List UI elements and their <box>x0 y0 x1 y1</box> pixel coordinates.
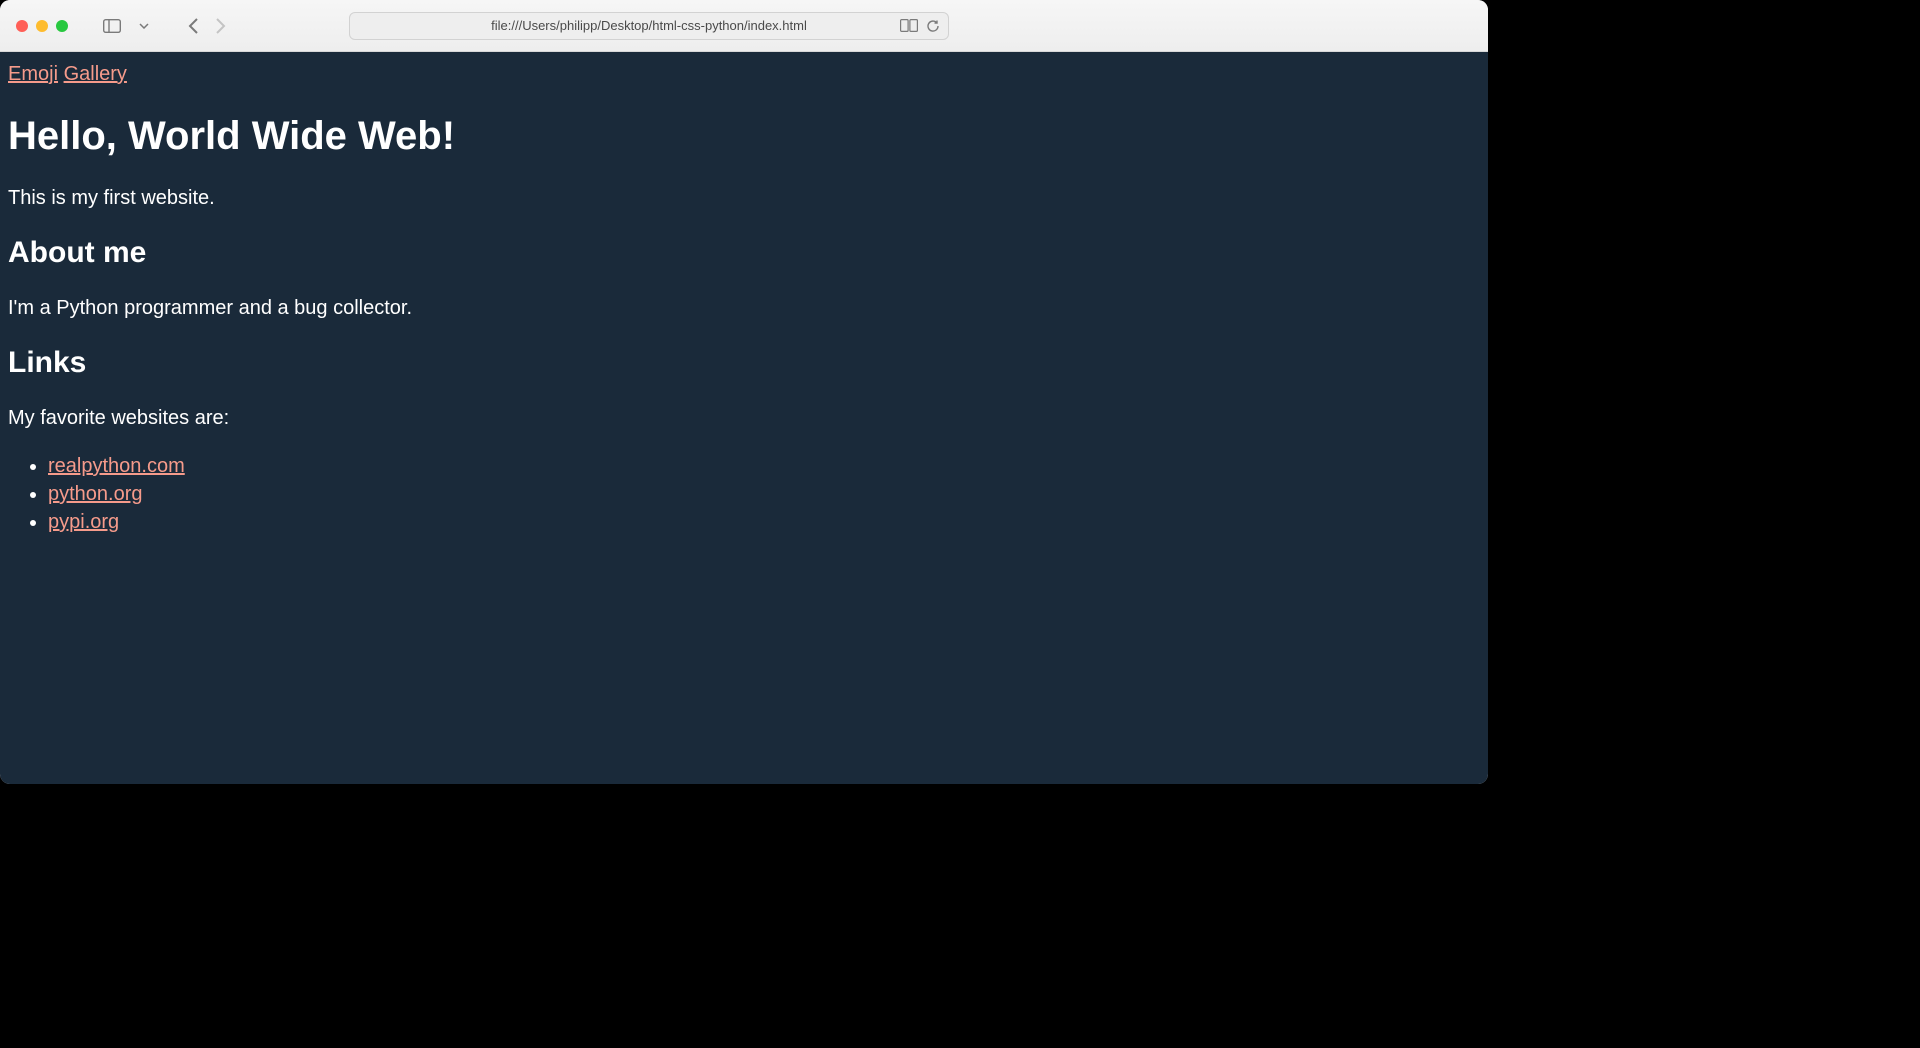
links-list: realpython.com python.org pypi.org <box>48 452 1480 536</box>
back-button[interactable] <box>188 17 200 35</box>
browser-toolbar: file:///Users/philipp/Desktop/html-css-p… <box>0 0 1488 52</box>
close-window-button[interactable] <box>16 20 28 32</box>
address-bar[interactable]: file:///Users/philipp/Desktop/html-css-p… <box>349 12 949 40</box>
list-item: python.org <box>48 480 1480 508</box>
link-python-org[interactable]: python.org <box>48 483 143 505</box>
page-viewport: Emoji Gallery Hello, World Wide Web! Thi… <box>0 52 1488 784</box>
link-realpython[interactable]: realpython.com <box>48 455 185 477</box>
list-item: pypi.org <box>48 508 1480 536</box>
about-text: I'm a Python programmer and a bug collec… <box>8 294 1480 322</box>
link-pypi-org[interactable]: pypi.org <box>48 511 119 533</box>
links-intro: My favorite websites are: <box>8 404 1480 432</box>
chevron-down-icon[interactable] <box>130 14 158 38</box>
window-controls <box>16 20 68 32</box>
page-title: Hello, World Wide Web! <box>8 108 1480 164</box>
minimize-window-button[interactable] <box>36 20 48 32</box>
browser-window: file:///Users/philipp/Desktop/html-css-p… <box>0 0 1488 784</box>
reload-icon[interactable] <box>926 19 940 33</box>
forward-button[interactable] <box>214 17 226 35</box>
sidebar-icon[interactable] <box>98 14 126 38</box>
nav-link-emoji[interactable]: Emoji <box>8 63 58 85</box>
reader-icon[interactable] <box>900 19 918 32</box>
navigation-arrows <box>188 17 226 35</box>
url-text: file:///Users/philipp/Desktop/html-css-p… <box>360 18 938 33</box>
nav-link-gallery[interactable]: Gallery <box>64 63 127 85</box>
sidebar-toggle-group <box>98 14 158 38</box>
intro-text: This is my first website. <box>8 184 1480 212</box>
about-heading: About me <box>8 232 1480 274</box>
links-heading: Links <box>8 342 1480 384</box>
page-nav-links: Emoji Gallery <box>8 60 1480 88</box>
maximize-window-button[interactable] <box>56 20 68 32</box>
list-item: realpython.com <box>48 452 1480 480</box>
